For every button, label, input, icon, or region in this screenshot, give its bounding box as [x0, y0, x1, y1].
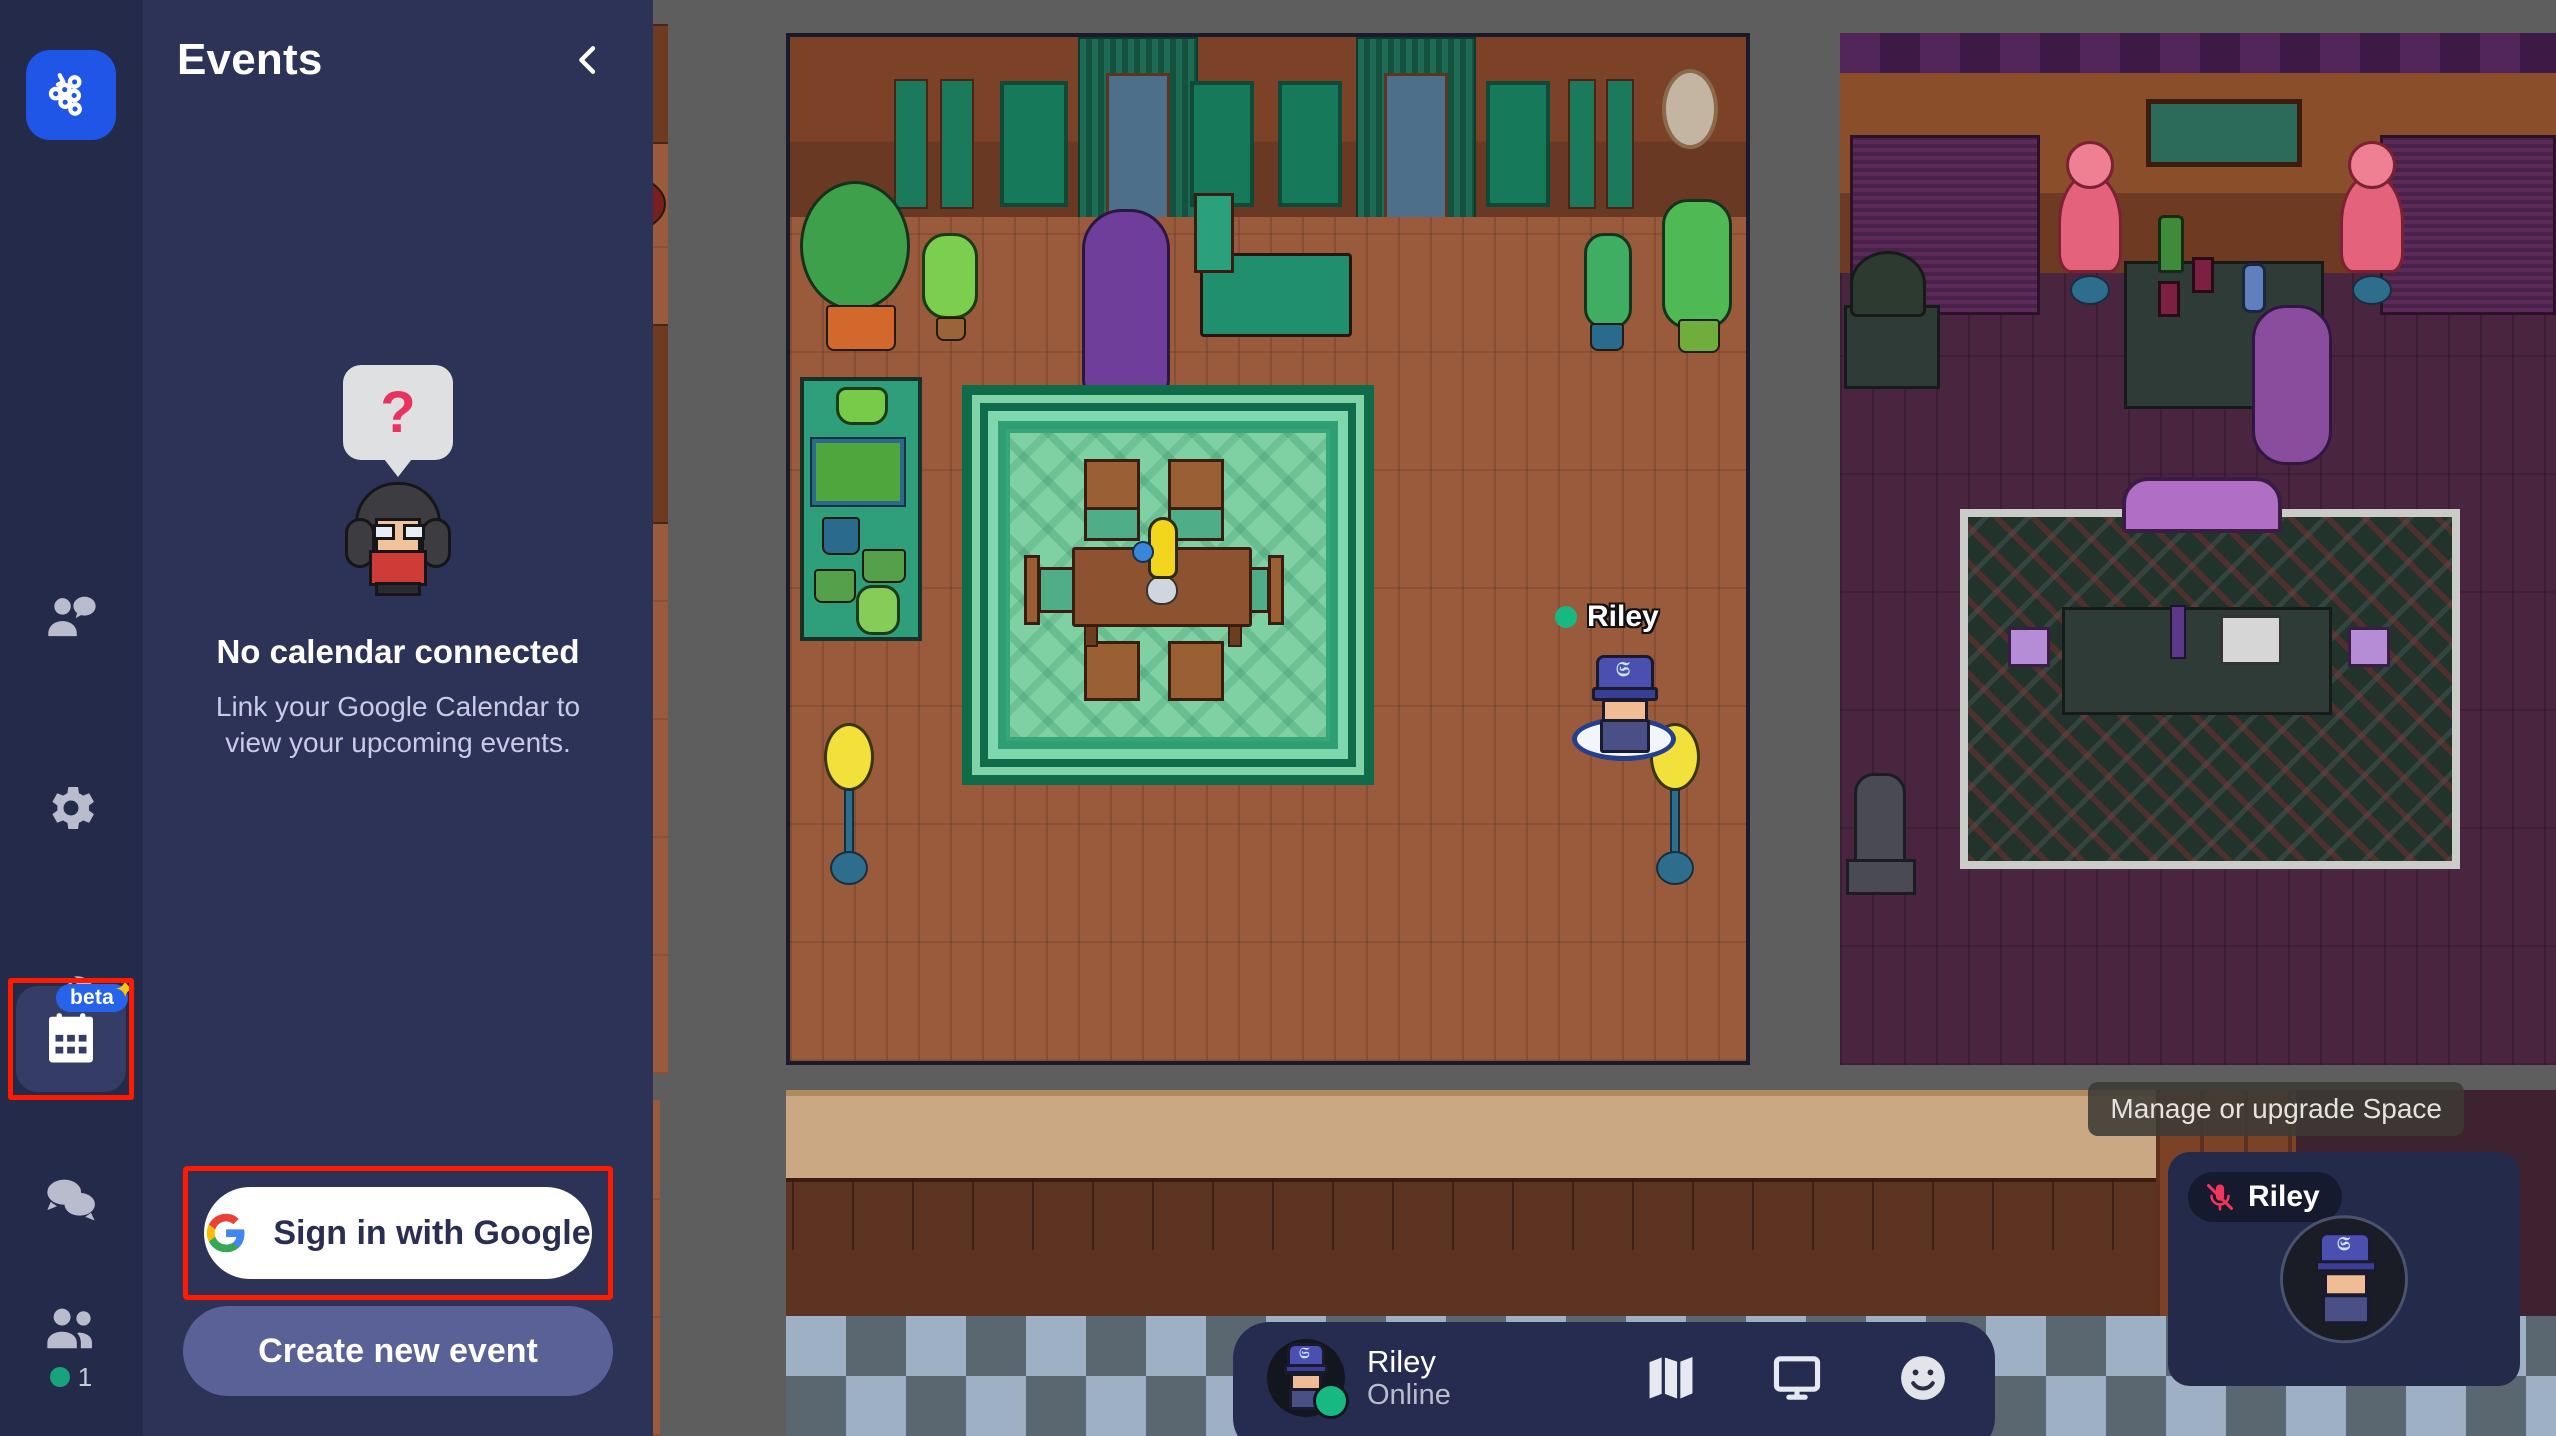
people-group-icon	[47, 1308, 92, 1348]
self-video-tile[interactable]: Riley 𝔖	[2168, 1152, 2520, 1386]
map-dining-rug	[962, 385, 1374, 785]
toolbar-user-info: Riley Online	[1367, 1345, 1451, 1411]
google-button-highlight-box: Sign in with Google	[183, 1166, 613, 1300]
npc-avatar-icon	[343, 482, 453, 597]
player-name-label: Riley	[1587, 600, 1659, 633]
emotes-button[interactable]	[1893, 1348, 1953, 1408]
toolbar-user-name: Riley	[1367, 1344, 1436, 1380]
events-panel: Events ? No calendar connected Link your…	[143, 0, 653, 1436]
status-badge	[1313, 1383, 1349, 1419]
map-room-parlor	[786, 33, 1750, 1065]
participant-count: 1	[49, 1361, 93, 1393]
sparkle-icon: ✦	[114, 974, 136, 1004]
mic-muted-icon	[2207, 1184, 2233, 1211]
sign-in-with-google-button[interactable]: Sign in with Google	[204, 1187, 592, 1279]
question-bubble-icon: ?	[343, 365, 453, 461]
empty-state-title: No calendar connected	[216, 633, 580, 671]
riley-avatar-icon: 𝔖	[2280, 1215, 2408, 1344]
map-room-purple	[1840, 33, 2556, 1065]
person-speech-icon	[48, 596, 96, 637]
sidebar-item-participants-chat[interactable]	[16, 570, 126, 666]
calendar-icon	[49, 1013, 93, 1063]
app-root: Riley 𝔖 beta ✦ 1 Events ? No calendar co…	[0, 0, 2556, 1436]
monitor-icon	[1773, 1356, 1821, 1400]
smiley-icon	[1901, 1356, 1945, 1400]
events-panel-footer: Sign in with Google Create new event	[143, 1166, 653, 1436]
sidebar-item-participants[interactable]: 1	[16, 1300, 126, 1396]
online-dot-icon	[49, 1367, 70, 1387]
gather-logo-icon[interactable]	[26, 50, 116, 140]
toolbar-user-status: Online	[1367, 1378, 1451, 1411]
video-tile-name: Riley	[2248, 1180, 2320, 1213]
google-g-icon	[205, 1212, 247, 1254]
video-tile-name-badge: Riley	[2188, 1172, 2342, 1222]
manage-space-tooltip: Manage or upgrade Space	[2088, 1082, 2464, 1136]
player-online-dot	[1555, 606, 1577, 628]
chat-bubbles-icon	[47, 1179, 95, 1221]
map-player-nametag: Riley	[1555, 600, 1659, 634]
sidebar-item-chat[interactable]	[16, 1150, 126, 1246]
map-garden-bed	[800, 377, 922, 641]
sidebar-item-settings[interactable]	[16, 760, 126, 856]
map-icon	[1649, 1357, 1693, 1399]
sidebar-item-calendar[interactable]: beta ✦	[16, 974, 136, 1092]
create-new-event-button[interactable]: Create new event	[183, 1306, 613, 1396]
gear-icon	[52, 786, 94, 830]
empty-state-subtitle: Link your Google Calendar to view your u…	[215, 691, 581, 758]
bottom-toolbar: 𝔖 Riley Online	[1233, 1322, 1995, 1436]
screenshare-button[interactable]	[1767, 1348, 1827, 1408]
avatar[interactable]: 𝔖	[1267, 1339, 1349, 1419]
left-icon-rail: beta ✦ 1	[0, 0, 143, 1436]
events-empty-state: ? No calendar connected Link your Google…	[143, 0, 653, 1166]
map-button[interactable]	[1641, 1348, 1701, 1408]
participant-count-label: 1	[77, 1361, 93, 1392]
sign-in-with-google-label: Sign in with Google	[273, 1213, 591, 1252]
question-glyph: ?	[380, 379, 416, 445]
map-player-sprite[interactable]: 𝔖	[1570, 655, 1680, 765]
